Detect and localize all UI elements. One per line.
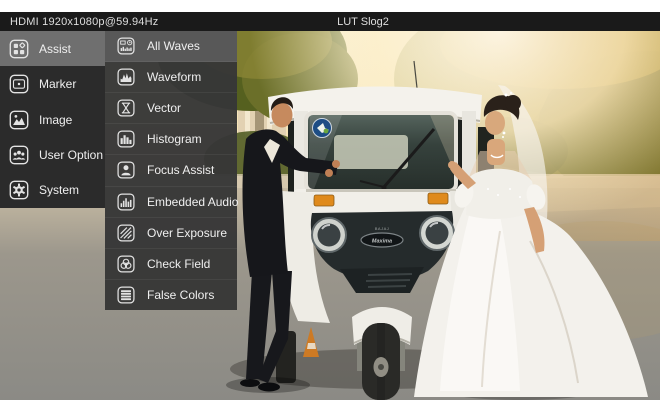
menu-item-label: User Option	[39, 148, 103, 162]
waveform-icon	[116, 67, 136, 87]
submenu-item-label: Focus Assist	[147, 163, 214, 177]
system-icon	[8, 179, 30, 201]
submenu-item-label: Waveform	[147, 70, 201, 84]
front-wheel	[362, 323, 400, 400]
submenu-item-check-field[interactable]: Check Field	[105, 249, 237, 280]
submenu-item-over-exposure[interactable]: Over Exposure	[105, 218, 237, 249]
false-colors-icon	[116, 285, 136, 305]
vehicle-badge-brand: BAJAJ	[375, 226, 390, 231]
input-signal-status: HDMI 1920x1080p@59.94Hz	[10, 16, 158, 28]
headlight-right	[420, 216, 454, 250]
over-exposure-icon	[116, 223, 136, 243]
menu-item-marker[interactable]: Marker	[0, 66, 105, 101]
menu-item-label: System	[39, 183, 79, 197]
submenu-item-label: Check Field	[147, 257, 210, 271]
submenu-item-label: Histogram	[147, 132, 202, 146]
submenu-item-label: Over Exposure	[147, 226, 227, 240]
vehicle-badge-model: Maxima	[372, 239, 392, 245]
monitor-screen: BAJAJ Maxima	[0, 12, 660, 400]
submenu-item-label: False Colors	[147, 288, 214, 302]
lut-status: LUT Slog2	[337, 16, 389, 28]
histogram-icon	[116, 129, 136, 149]
submenu-item-histogram[interactable]: Histogram	[105, 124, 237, 155]
submenu-item-false-colors[interactable]: False Colors	[105, 280, 237, 310]
check-field-icon	[116, 254, 136, 274]
submenu-item-label: All Waves	[147, 39, 200, 53]
focus-assist-icon	[116, 160, 136, 180]
marker-icon	[8, 73, 30, 95]
windshield	[306, 113, 456, 191]
menu-item-user-option[interactable]: User Option	[0, 137, 105, 172]
submenu-item-label: Embedded Audio	[147, 195, 238, 209]
submenu-item-embedded-audio[interactable]: Embedded Audio	[105, 187, 237, 218]
headlight-left	[312, 218, 346, 252]
submenu-item-vector[interactable]: Vector	[105, 93, 237, 124]
menu-item-label: Marker	[39, 77, 76, 91]
vector-icon	[116, 98, 136, 118]
submenu-item-label: Vector	[147, 101, 181, 115]
user-option-icon	[8, 144, 30, 166]
assist-icon	[8, 38, 30, 60]
sticker-bird-icon	[313, 119, 332, 138]
all-waves-icon	[116, 36, 136, 56]
status-bar: HDMI 1920x1080p@59.94Hz LUT Slog2	[0, 12, 660, 31]
menu-item-label: Image	[39, 113, 72, 127]
menu-item-system[interactable]: System	[0, 173, 105, 208]
submenu-item-waveform[interactable]: Waveform	[105, 62, 237, 93]
submenu-item-focus-assist[interactable]: Focus Assist	[105, 155, 237, 186]
main-menu: Assist Marker	[0, 31, 105, 208]
menu-item-label: Assist	[39, 42, 71, 56]
embedded-audio-icon	[116, 192, 136, 212]
menu-item-assist[interactable]: Assist	[0, 31, 105, 66]
image-icon	[8, 109, 30, 131]
submenu-item-all-waves[interactable]: All Waves	[105, 31, 237, 62]
assist-submenu: All Waves Waveform	[105, 31, 237, 310]
menu-item-image[interactable]: Image	[0, 102, 105, 137]
page: BAJAJ Maxima	[0, 0, 660, 419]
